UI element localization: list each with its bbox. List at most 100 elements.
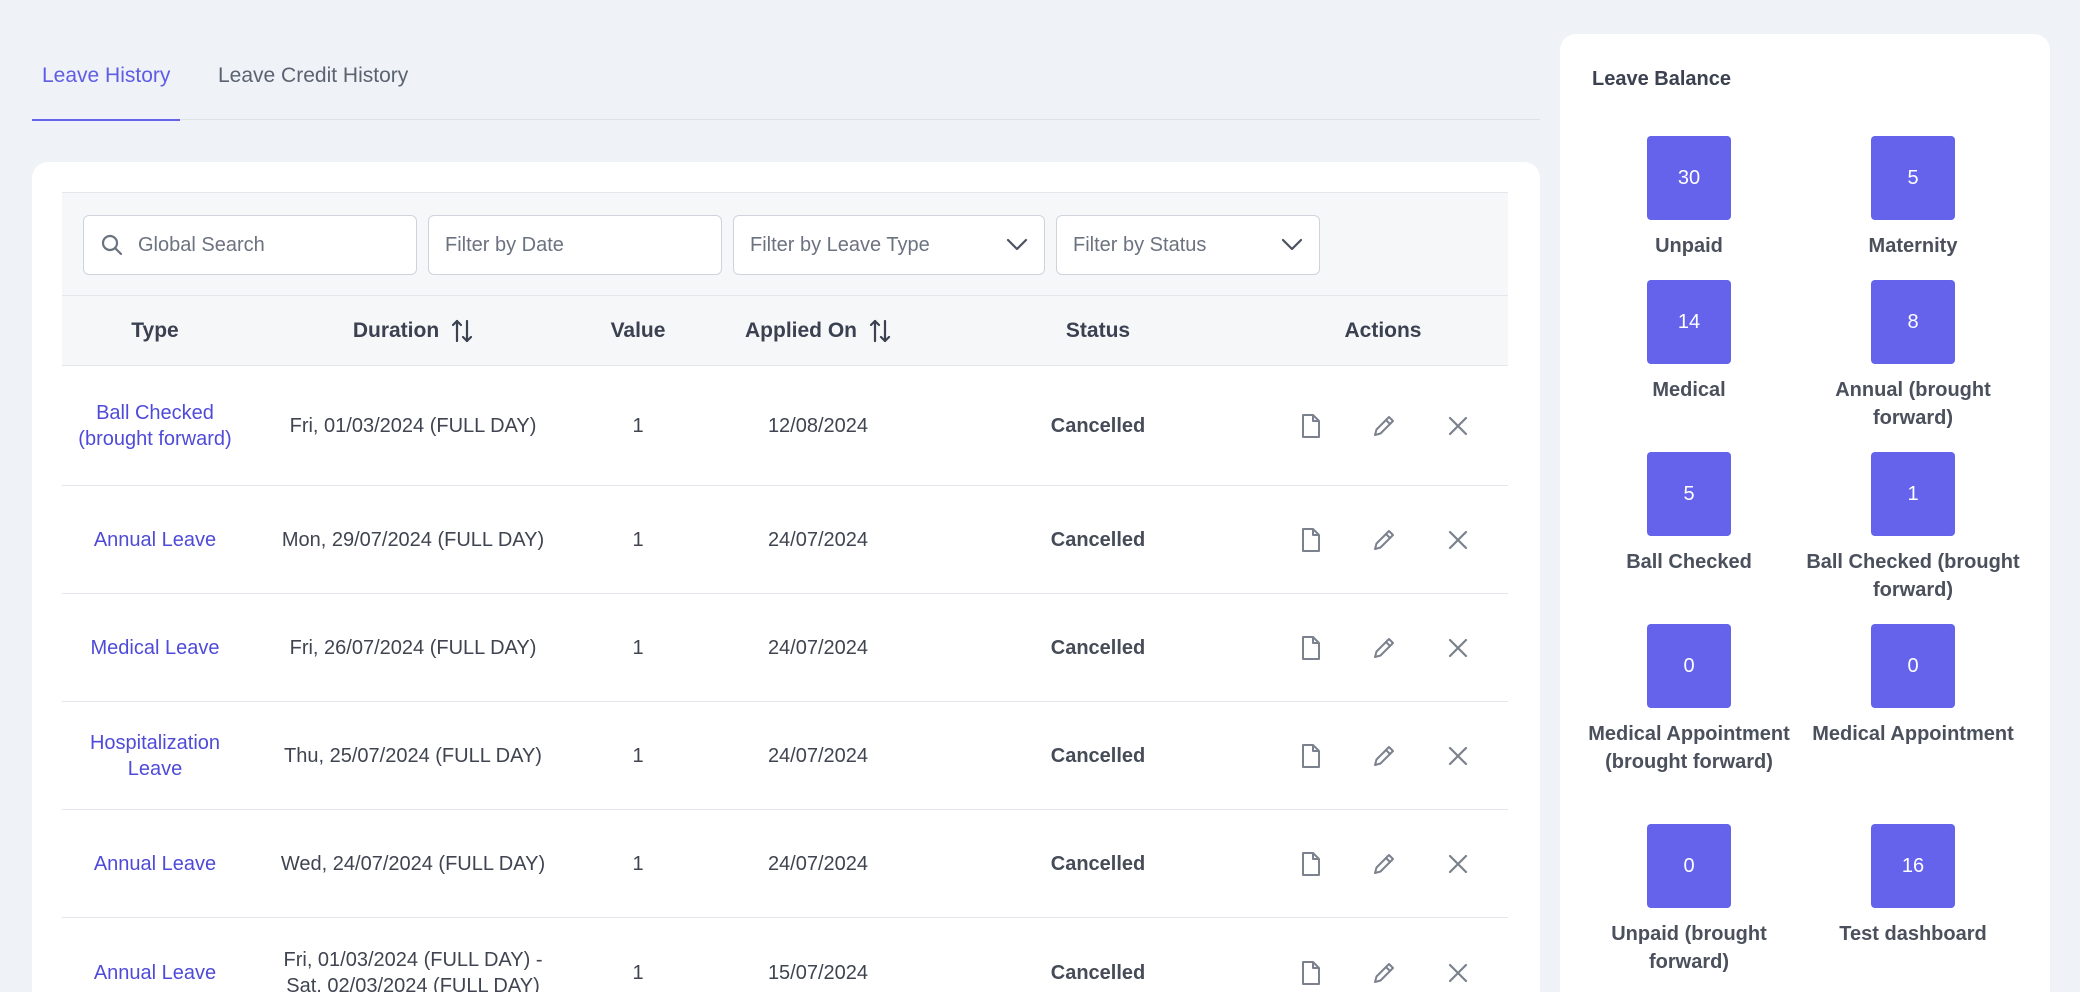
leave-type-link[interactable]: Annual Leave [80,960,230,986]
cell-type: Annual Leave [62,810,248,917]
cell-text: Cancelled [1050,744,1146,767]
cancel-close-icon[interactable] [1444,526,1472,554]
cell-text: 1 [632,414,644,437]
cancel-close-button[interactable] [1438,366,1478,485]
edit-pencil-icon[interactable] [1370,959,1398,987]
cancel-close-icon[interactable] [1444,742,1472,770]
cell-text: 1 [632,636,644,659]
edit-pencil-button[interactable] [1364,918,1404,992]
view-document-icon[interactable] [1296,742,1324,770]
header-duration[interactable]: Duration [248,296,578,366]
cell-text: 1 [632,744,644,767]
tab-leave-history[interactable]: Leave History [31,64,181,121]
view-document-button[interactable] [1290,702,1330,809]
cancel-close-button[interactable] [1438,486,1478,593]
edit-pencil-button[interactable] [1364,702,1404,809]
edit-pencil-icon[interactable] [1370,412,1398,440]
sort-icon[interactable] [451,318,473,344]
leave-balance-value: 5 [1647,452,1731,536]
cancel-close-icon[interactable] [1444,634,1472,662]
cell-text: 24/07/2024 [767,528,869,551]
leave-history-card: Global Search Filter by Date Filter by L… [32,162,1540,992]
search-placeholder: Global Search [138,233,265,256]
cell-applied-on: 24/07/2024 [698,810,938,917]
leave-balance-label: Medical Appointment (brought forward) [1588,723,1790,773]
cell-text: Cancelled [1050,528,1146,551]
cell-text: 24/07/2024 [767,636,869,659]
cell-text: 1 [632,961,644,984]
cancel-close-button[interactable] [1438,702,1478,809]
table-row: Hospitalization Leave Thu, 25/07/2024 (FU… [62,702,1508,810]
cell-type: Medical Leave [62,594,248,701]
tab-bar: Leave History Leave Credit History [31,52,1540,121]
view-document-button[interactable] [1290,918,1330,992]
leave-type-link[interactable]: Annual Leave [80,851,230,877]
leave-balance-label: Ball Checked (brought forward) [1806,551,2020,601]
date-filter-input[interactable]: Filter by Date [428,215,722,275]
view-document-icon[interactable] [1296,634,1324,662]
view-document-button[interactable] [1290,366,1330,485]
leave-type-link[interactable]: Annual Leave [80,527,230,553]
leave-balance-item: 16 Test dashboard [1798,824,2028,948]
leave-type-link[interactable]: Medical Leave [77,635,234,661]
status-filter-select[interactable]: Filter by Status [1056,215,1320,275]
view-document-button[interactable] [1290,486,1330,593]
view-document-icon[interactable] [1296,959,1324,987]
tab-leave-credit-history[interactable]: Leave Credit History [218,64,408,120]
cell-text: 1 [632,528,644,551]
header-applied-on[interactable]: Applied On [698,296,938,366]
cell-text: Cancelled [1050,636,1146,659]
header-type: Type [131,319,179,342]
leave-balance-label: Medical Appointment [1812,723,2014,745]
leave-balance-item: 1 Ball Checked (brought forward) [1798,452,2028,604]
edit-pencil-icon[interactable] [1370,850,1398,878]
chevron-down-icon [1281,238,1303,251]
sort-icon[interactable] [869,318,891,344]
leave-balance-value: 16 [1871,824,1955,908]
edit-pencil-button[interactable] [1364,486,1404,593]
cancel-close-button[interactable] [1438,594,1478,701]
leave-balance-label: Test dashboard [1839,923,1987,945]
edit-pencil-button[interactable] [1364,810,1404,917]
global-search-input[interactable]: Global Search [83,215,417,275]
cell-duration: Fri, 01/03/2024 (FULL DAY) [248,366,578,485]
view-document-icon[interactable] [1296,412,1324,440]
cell-text: Thu, 25/07/2024 (FULL DAY) [284,744,542,767]
view-document-icon[interactable] [1296,850,1324,878]
table-row: Annual Leave Fri, 01/03/2024 (FULL DAY) -… [62,918,1508,992]
table-row: Annual Leave Wed, 24/07/2024 (FULL DAY) 1 2… [62,810,1508,918]
cancel-close-button[interactable] [1438,810,1478,917]
cell-text: 15/07/2024 [767,961,869,984]
cancel-close-button[interactable] [1438,918,1478,992]
cell-applied-on: 15/07/2024 [698,918,938,992]
cell-type: Annual Leave [62,918,248,992]
edit-pencil-icon[interactable] [1370,634,1398,662]
leave-balance-label: Medical [1652,379,1726,401]
cell-duration: Mon, 29/07/2024 (FULL DAY) [248,486,578,593]
cancel-close-icon[interactable] [1444,412,1472,440]
cell-status: Cancelled [938,702,1258,809]
leave-type-link[interactable]: Hospitalization Leave [62,730,248,782]
leave-balance-value: 30 [1647,136,1731,220]
cell-text: Cancelled [1050,852,1146,875]
leave-type-link[interactable]: Ball Checked (brought forward) [62,400,248,452]
cancel-close-icon[interactable] [1444,850,1472,878]
edit-pencil-button[interactable] [1364,594,1404,701]
edit-pencil-icon[interactable] [1370,526,1398,554]
search-icon [101,234,123,256]
cell-applied-on: 12/08/2024 [698,366,938,485]
cancel-close-icon[interactable] [1444,959,1472,987]
cell-text: 24/07/2024 [767,744,869,767]
view-document-icon[interactable] [1296,526,1324,554]
leave-balance-card: Leave Balance 30 Unpaid 5 Maternity 14 Medica… [1560,34,2050,992]
view-document-button[interactable] [1290,810,1330,917]
leave-balance-value: 8 [1871,280,1955,364]
leave-type-filter-select[interactable]: Filter by Leave Type [733,215,1045,275]
edit-pencil-icon[interactable] [1370,742,1398,770]
cell-value: 1 [578,486,698,593]
edit-pencil-button[interactable] [1364,366,1404,485]
leave-balance-label: Maternity [1868,235,1958,257]
leave-balance-value: 0 [1647,824,1731,908]
leave-balance-title: Leave Balance [1592,68,1731,90]
view-document-button[interactable] [1290,594,1330,701]
